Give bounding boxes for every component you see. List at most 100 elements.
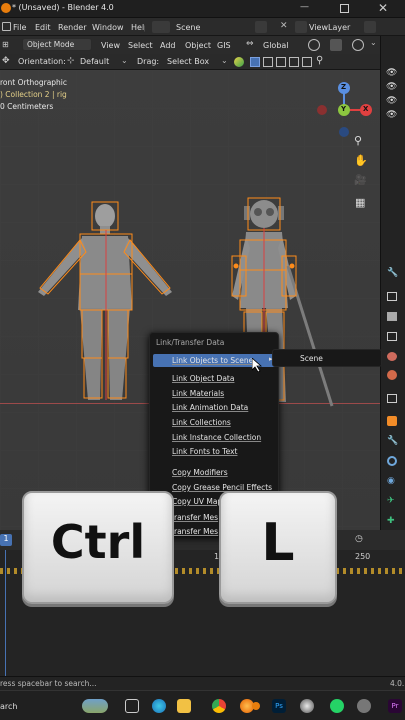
menu-item-link-animation-data[interactable]: Link Animation Data	[172, 403, 248, 412]
constraints-properties-icon[interactable]: ✈	[387, 496, 395, 506]
viewlayer-icon[interactable]	[295, 21, 307, 33]
premiere-icon[interactable]: Pr	[388, 699, 402, 713]
visibility-eye-icon[interactable]: 👁	[386, 110, 397, 120]
drag-dropdown[interactable]: Select Box	[167, 57, 209, 66]
close-button[interactable]: ✕	[378, 1, 388, 15]
l-key-graphic: L	[219, 491, 337, 604]
select-mode-extend-icon[interactable]	[263, 57, 273, 67]
settings-gear-icon[interactable]	[357, 699, 371, 713]
menu-object[interactable]: Object	[185, 41, 211, 50]
whatsapp-icon[interactable]	[330, 699, 344, 713]
menu-item-link-objects-to-scene[interactable]: Link Objects to Scene	[172, 356, 253, 365]
minimize-button[interactable]: —	[300, 3, 310, 13]
tool-settings-bar: ✥ Orientation: ⊹ Default ⌄ Drag: Select …	[0, 54, 380, 70]
ctrl-key-label: Ctrl	[50, 515, 146, 569]
menu-item-link-instance-collection[interactable]: Link Instance Collection	[172, 433, 261, 442]
select-mode-invert-icon[interactable]	[289, 57, 299, 67]
menu-item-copy-modifiers[interactable]: Copy Modifiers	[172, 468, 228, 477]
menu-render[interactable]: Render	[58, 23, 86, 32]
render-properties-icon[interactable]	[387, 292, 397, 301]
move-tool-icon[interactable]: ✥	[2, 56, 10, 66]
playhead-line[interactable]	[5, 550, 6, 676]
menu-help[interactable]: Help	[131, 23, 145, 32]
zoom-icon[interactable]: ⚲	[354, 134, 362, 147]
visibility-eye-icon[interactable]: 👁	[386, 96, 397, 106]
menu-window[interactable]: Window	[92, 23, 124, 32]
physics-properties-icon[interactable]: ◉	[387, 476, 395, 486]
gizmo-y-label: Y	[341, 105, 347, 113]
navigation-gizmo[interactable]: Y X Z	[314, 80, 374, 140]
orientation-dropdown[interactable]: Default	[80, 57, 109, 66]
menu-item-link-materials[interactable]: Link Materials	[172, 389, 224, 398]
new-scene-icon[interactable]	[255, 21, 267, 33]
ctrl-key-graphic: Ctrl	[22, 491, 174, 604]
visibility-eye-icon[interactable]: 👁	[386, 82, 397, 92]
view-layer-properties-icon[interactable]	[387, 332, 397, 341]
properties-panel: 👁 👁 👁 👁 🔧 🔧 ◉ ✈ ✚ ⚡	[380, 36, 405, 566]
viewlayer-name[interactable]: ViewLayer	[309, 23, 350, 32]
camera-view-icon[interactable]: 🎥	[354, 175, 366, 186]
chrome-icon[interactable]	[212, 699, 226, 713]
task-view-icon[interactable]	[125, 699, 139, 713]
snap-toggle-icon[interactable]	[330, 39, 342, 51]
chevron-down-icon[interactable]: ⌄	[370, 38, 377, 47]
proportional-edit-icon[interactable]	[352, 39, 364, 51]
modifier-properties-icon[interactable]: 🔧	[387, 436, 398, 446]
visibility-eye-icon[interactable]: 👁	[386, 68, 397, 78]
ortho-grid-icon[interactable]: ▦	[355, 196, 365, 209]
scene-properties-icon[interactable]	[387, 352, 397, 361]
orientation-label: Orientation:	[18, 57, 66, 66]
world-properties-icon[interactable]	[387, 370, 397, 380]
photoshop-icon[interactable]: Ps	[272, 699, 286, 713]
pan-hand-icon[interactable]: ✋	[354, 154, 368, 167]
menu-bar: File Edit Render Window Help Scene ✕ Vie…	[0, 18, 405, 36]
transform-orientation-dropdown[interactable]: Global	[263, 41, 289, 50]
editor-type-icon[interactable]	[2, 22, 11, 31]
menu-item-link-object-data[interactable]: Link Object Data	[172, 374, 234, 383]
clock-icon[interactable]: ◷	[355, 534, 363, 544]
particles-properties-icon[interactable]	[387, 456, 397, 466]
menu-file[interactable]: File	[13, 23, 26, 32]
menu-item-transfer-mesh-data[interactable]: ransfer Mes	[174, 513, 218, 522]
output-properties-icon[interactable]	[387, 312, 397, 321]
chevron-down-icon: ⌄	[121, 56, 128, 65]
snap-icon[interactable]	[308, 39, 320, 51]
menu-item-link-fonts-to-text[interactable]: Link Fonts to Text	[172, 447, 237, 456]
menu-view[interactable]: View	[101, 41, 120, 50]
scene-selector-icon[interactable]	[152, 21, 170, 33]
menu-edit[interactable]: Edit	[35, 23, 51, 32]
shading-sphere-icon[interactable]	[234, 57, 244, 67]
menu-add[interactable]: Add	[160, 41, 176, 50]
mode-dropdown[interactable]: Object Mode	[22, 38, 92, 51]
collection-properties-icon[interactable]	[387, 394, 397, 403]
object-properties-icon[interactable]	[387, 416, 397, 426]
davinci-icon[interactable]	[300, 699, 314, 713]
menu-select[interactable]: Select	[128, 41, 153, 50]
blender-version: 4.0.	[390, 679, 405, 688]
scene-submenu: Scene	[272, 349, 382, 367]
file-explorer-icon[interactable]	[177, 699, 191, 713]
title-bar: * (Unsaved) - Blender 4.0 — ✕	[0, 0, 405, 18]
scene-name[interactable]: Scene	[176, 23, 200, 32]
taskbar-search-box[interactable]: arch	[0, 702, 17, 711]
editor-menu-icon[interactable]: ⊞	[2, 40, 14, 50]
select-mode-intersect-icon[interactable]	[302, 57, 312, 67]
l-key-label: L	[261, 513, 295, 573]
edge-browser-icon[interactable]	[152, 699, 166, 713]
submenu-item-scene[interactable]: Scene	[300, 354, 323, 363]
transform-pivot-icon[interactable]: ⇔	[246, 39, 254, 49]
status-hint: ress spacebar to search...	[0, 679, 97, 688]
object-data-properties-icon[interactable]: ✚	[387, 516, 395, 526]
maximize-button[interactable]	[340, 4, 349, 13]
delete-scene-icon[interactable]: ✕	[280, 21, 288, 31]
select-mode-subtract-icon[interactable]	[276, 57, 286, 67]
current-frame-indicator[interactable]: 1	[0, 534, 12, 546]
blender-app-icon[interactable]	[252, 702, 260, 710]
new-viewlayer-icon[interactable]	[364, 21, 376, 33]
search-icon[interactable]: ⚲	[316, 55, 323, 66]
menu-item-link-collections[interactable]: Link Collections	[172, 418, 231, 427]
menu-gis[interactable]: GIS	[217, 41, 231, 50]
menu-item-transfer-mesh-data-layout[interactable]: ransfer Mes	[174, 527, 218, 536]
select-mode-set-icon[interactable]	[250, 57, 260, 67]
tool-properties-icon[interactable]: 🔧	[387, 268, 398, 278]
